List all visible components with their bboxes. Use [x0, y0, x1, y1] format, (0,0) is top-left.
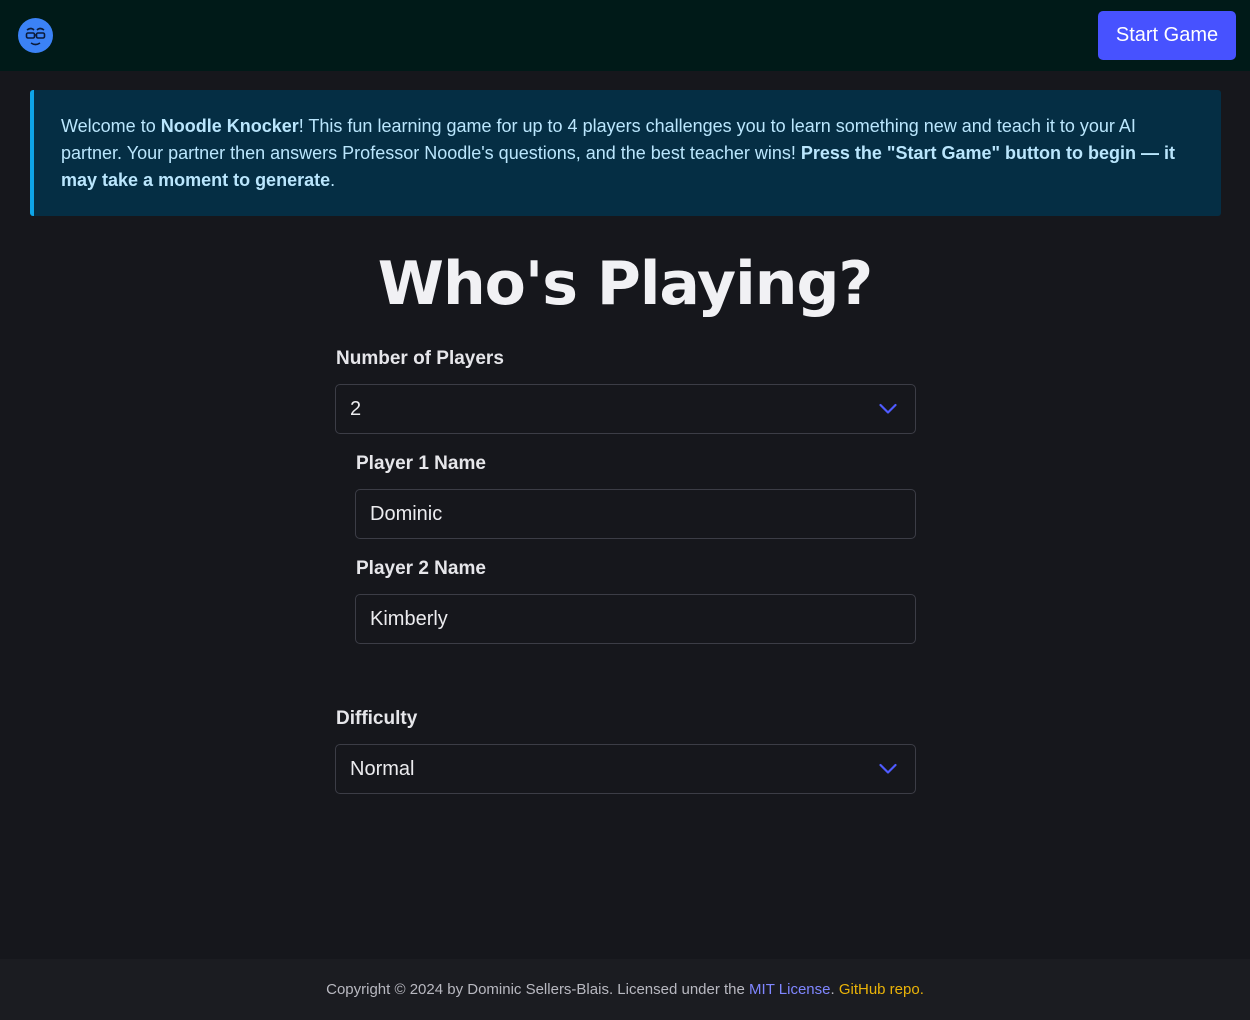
page: Start Game Welcome to Noodle Knocker! Th…: [0, 0, 1250, 1020]
footer-separator: .: [830, 981, 839, 998]
player1-name-input[interactable]: [355, 489, 916, 539]
noodle-face-logo-icon[interactable]: [18, 18, 53, 53]
player2-name-input[interactable]: [355, 594, 916, 644]
chevron-down-icon: [879, 763, 897, 774]
difficulty-select[interactable]: Normal: [335, 744, 916, 794]
difficulty-label: Difficulty: [336, 708, 418, 729]
top-navbar: Start Game: [0, 0, 1250, 71]
players-count-label: Number of Players: [336, 348, 504, 369]
difficulty-value: Normal: [350, 758, 415, 780]
github-repo-link[interactable]: GitHub repo.: [839, 981, 924, 998]
chevron-down-icon: [879, 403, 897, 414]
mit-license-link[interactable]: MIT License: [749, 981, 830, 998]
copyright-text: Copyright © 2024 by Dominic Sellers-Blai…: [326, 981, 750, 998]
page-title: Who's Playing?: [377, 249, 873, 319]
player1-name-label: Player 1 Name: [356, 453, 486, 474]
players-count-select[interactable]: 2: [335, 384, 916, 434]
alert-brand-name: Noodle Knocker: [160, 116, 299, 136]
alert-text-intro: Welcome to: [61, 116, 161, 136]
footer: Copyright © 2024 by Dominic Sellers-Blai…: [0, 959, 1250, 1020]
start-game-button[interactable]: Start Game: [1098, 11, 1236, 60]
players-count-value: 2: [350, 398, 362, 420]
player2-name-label: Player 2 Name: [356, 558, 486, 579]
alert-text-end: .: [330, 170, 336, 190]
welcome-alert: Welcome to Noodle Knocker! This fun lear…: [30, 90, 1221, 216]
